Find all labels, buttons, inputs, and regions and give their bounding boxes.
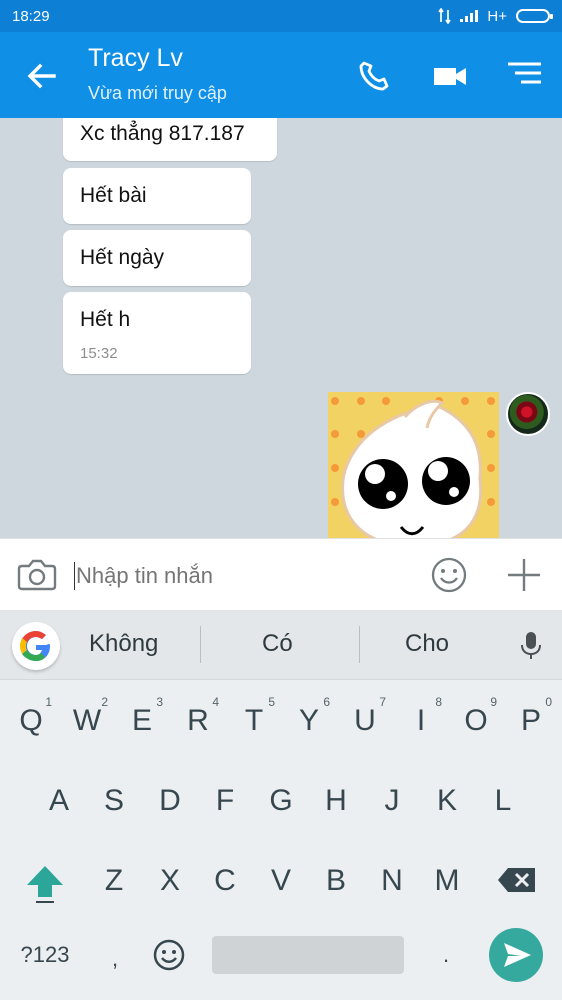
suggestion-divider xyxy=(200,626,201,663)
symbols-key[interactable]: ?123 xyxy=(20,920,70,990)
key-s[interactable]: S xyxy=(89,766,139,836)
back-arrow-icon[interactable] xyxy=(24,58,60,94)
period-key[interactable]: . xyxy=(421,920,471,990)
shift-icon[interactable] xyxy=(24,863,66,905)
signal-icon xyxy=(460,10,479,22)
data-transfer-icon xyxy=(438,8,452,24)
avatar[interactable] xyxy=(506,392,550,436)
backspace-icon[interactable] xyxy=(496,865,538,895)
text-cursor xyxy=(74,562,75,590)
suggestion-bar: Không Có Cho xyxy=(0,610,562,680)
message-bubble[interactable]: Hết ngày xyxy=(63,230,251,286)
key-w[interactable]: W2 xyxy=(62,686,112,756)
key-g[interactable]: G xyxy=(256,766,306,836)
key-y[interactable]: Y6 xyxy=(284,686,334,756)
message-input[interactable] xyxy=(76,560,406,592)
key-k[interactable]: K xyxy=(422,766,472,836)
key-l[interactable]: L xyxy=(478,766,528,836)
suggestion-word[interactable]: Cho xyxy=(405,630,449,658)
key-i[interactable]: I8 xyxy=(396,686,446,756)
plus-icon[interactable] xyxy=(506,557,542,593)
key-u[interactable]: U7 xyxy=(340,686,390,756)
key-e[interactable]: E3 xyxy=(117,686,167,756)
send-icon xyxy=(504,943,531,967)
phone-icon[interactable] xyxy=(356,58,392,94)
crying-face-sticker xyxy=(328,392,499,538)
message-text: Xc thẳng 817.187 xyxy=(80,122,245,145)
status-icons: H+ xyxy=(438,7,553,25)
message-composer xyxy=(0,538,562,610)
key-m[interactable]: M xyxy=(422,846,472,916)
key-x[interactable]: X xyxy=(145,846,195,916)
message-list[interactable]: Xc thẳng 817.187 Hết bài Hết ngày Hết h … xyxy=(0,118,562,538)
suggestion-word[interactable]: Không xyxy=(89,630,158,658)
key-q[interactable]: Q1 xyxy=(6,686,56,756)
message-bubble[interactable]: Xc thẳng 817.187 xyxy=(63,118,277,161)
key-a[interactable]: A xyxy=(34,766,84,836)
message-text: Hết h xyxy=(80,308,131,331)
status-time: 18:29 xyxy=(12,7,50,25)
video-call-icon[interactable] xyxy=(432,58,468,94)
suggestion-divider xyxy=(359,626,360,663)
menu-icon[interactable] xyxy=(506,58,542,94)
message-time: 15:32 xyxy=(80,345,118,362)
battery-icon xyxy=(516,9,553,23)
network-type: H+ xyxy=(487,7,507,25)
key-h[interactable]: H xyxy=(311,766,361,836)
key-p[interactable]: P0 xyxy=(506,686,556,756)
key-d[interactable]: D xyxy=(145,766,195,836)
message-bubble[interactable]: Hết bài xyxy=(63,168,251,224)
emoji-icon[interactable] xyxy=(430,556,468,594)
key-f[interactable]: F xyxy=(200,766,250,836)
send-button[interactable] xyxy=(489,928,543,982)
camera-icon[interactable] xyxy=(17,559,57,591)
soft-keyboard: Không Có Cho Q1 W2 E3 R4 T5 Y6 U7 I8 O9 … xyxy=(0,610,562,1000)
message-text: Hết bài xyxy=(80,184,147,207)
message-bubble[interactable]: Hết h 15:32 xyxy=(63,292,251,374)
google-icon[interactable] xyxy=(12,622,60,670)
key-z[interactable]: Z xyxy=(89,846,139,916)
sticker-message[interactable] xyxy=(328,392,499,538)
key-j[interactable]: J xyxy=(367,766,417,836)
space-key[interactable] xyxy=(212,936,404,974)
message-text: Hết ngày xyxy=(80,246,165,269)
key-b[interactable]: B xyxy=(311,846,361,916)
status-bar: 18:29 H+ xyxy=(0,0,562,32)
key-r[interactable]: R4 xyxy=(173,686,223,756)
microphone-icon[interactable] xyxy=(520,630,542,660)
key-n[interactable]: N xyxy=(367,846,417,916)
contact-status: Vừa mới truy cập xyxy=(88,83,227,103)
contact-name[interactable]: Tracy Lv xyxy=(88,44,183,73)
key-c[interactable]: C xyxy=(200,846,250,916)
keyboard-emoji-icon[interactable] xyxy=(153,939,185,971)
key-t[interactable]: T5 xyxy=(229,686,279,756)
chat-header: Tracy Lv Vừa mới truy cập xyxy=(0,32,562,118)
suggestion-word[interactable]: Có xyxy=(262,630,293,658)
comma-key[interactable]: , xyxy=(90,924,140,994)
key-v[interactable]: V xyxy=(256,846,306,916)
key-o[interactable]: O9 xyxy=(451,686,501,756)
